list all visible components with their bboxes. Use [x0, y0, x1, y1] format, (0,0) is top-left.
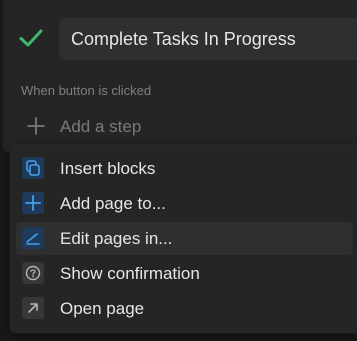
- menu-item-label: Insert blocks: [60, 159, 156, 178]
- check-icon[interactable]: [18, 25, 44, 51]
- menu-item-add-page-to[interactable]: Add page to...: [16, 187, 353, 220]
- step-type-menu: Insert blocks Add page to... Edit pages …: [10, 145, 357, 333]
- menu-item-label: Open page: [60, 299, 145, 318]
- menu-item-edit-pages-in[interactable]: Edit pages in...: [16, 222, 353, 255]
- menu-item-open-page[interactable]: Open page: [16, 292, 353, 325]
- add-step-label: Add a step: [60, 117, 142, 136]
- menu-item-label: Add page to...: [60, 194, 166, 213]
- question-circle-icon: [22, 262, 44, 284]
- button-title-row: Complete Tasks In Progress: [13, 18, 357, 60]
- plus-icon: [26, 116, 46, 136]
- arrow-up-right-icon: [22, 297, 44, 319]
- menu-item-label: Edit pages in...: [60, 229, 173, 248]
- button-title-text: Complete Tasks In Progress: [71, 29, 296, 49]
- menu-item-insert-blocks[interactable]: Insert blocks: [16, 152, 353, 185]
- section-label: When button is clicked: [21, 83, 152, 98]
- copy-blocks-icon: [22, 157, 44, 179]
- button-title-field[interactable]: Complete Tasks In Progress: [59, 18, 357, 60]
- plus-icon: [22, 192, 44, 214]
- menu-item-show-confirmation[interactable]: Show confirmation: [16, 257, 353, 290]
- add-step-button[interactable]: Add a step: [22, 112, 242, 140]
- menu-item-label: Show confirmation: [60, 264, 200, 283]
- pencil-icon: [22, 227, 44, 249]
- app-root: Complete Tasks In Progress When button i…: [0, 0, 357, 341]
